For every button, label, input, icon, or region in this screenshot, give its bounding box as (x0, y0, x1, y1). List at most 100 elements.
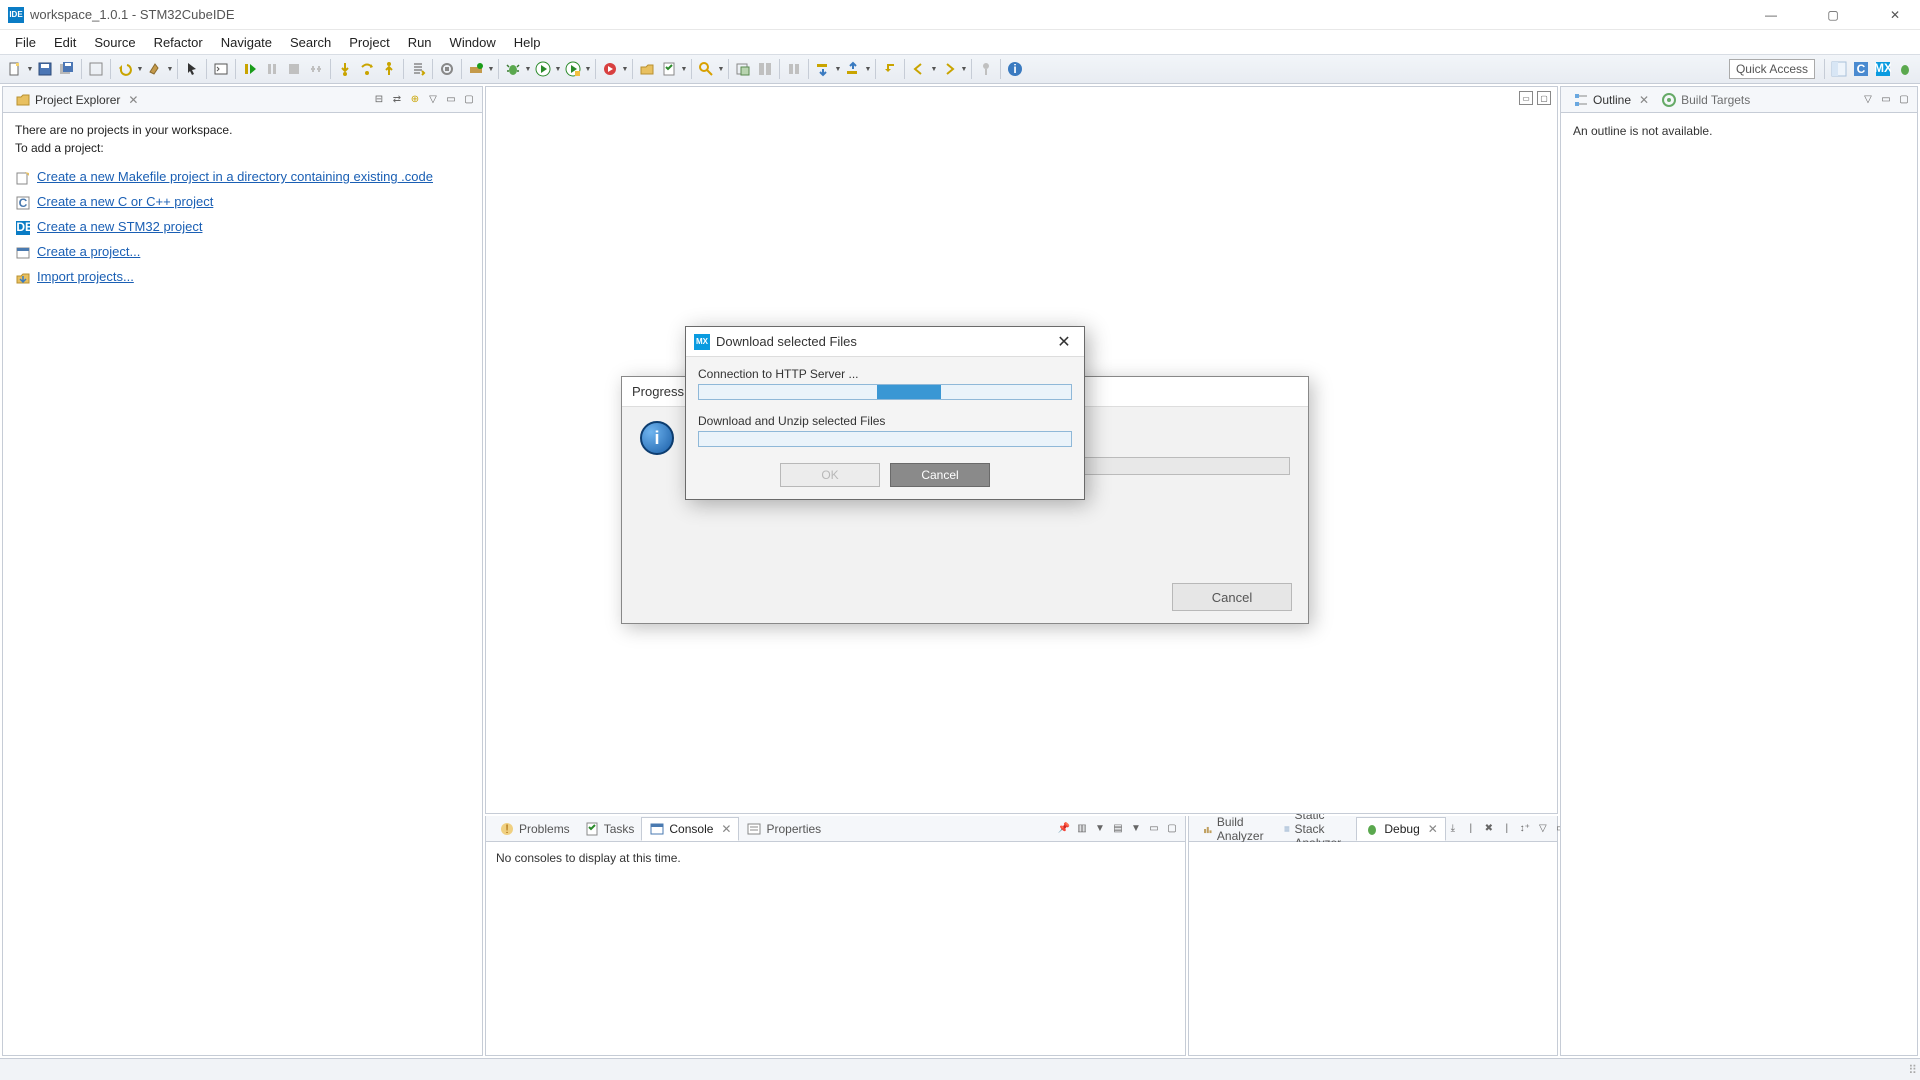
open-type-icon[interactable] (638, 60, 656, 78)
download-cancel-button[interactable]: Cancel (890, 463, 990, 487)
open-task-dropdown[interactable]: ▼ (680, 60, 688, 78)
menu-run[interactable]: Run (399, 32, 441, 53)
undo-icon[interactable] (116, 60, 134, 78)
project-explorer-tab[interactable]: Project Explorer ✕ (9, 90, 144, 110)
perspective-debug-icon[interactable]: C (1852, 60, 1870, 78)
link-editor-icon[interactable]: ⇄ (390, 93, 404, 107)
prev-annotation-dropdown[interactable]: ▼ (864, 60, 872, 78)
disconnect-icon[interactable] (307, 60, 325, 78)
editor-maximize-icon[interactable]: ▢ (1537, 91, 1551, 105)
pin-icon[interactable] (977, 60, 995, 78)
close-tab-icon[interactable]: ✕ (1428, 822, 1438, 836)
quick-access-field[interactable]: Quick Access (1729, 59, 1815, 79)
open-console-icon[interactable]: ▤ (1111, 822, 1125, 836)
create-c-project-link[interactable]: Create a new C or C++ project (37, 194, 213, 209)
menu-window[interactable]: Window (441, 32, 505, 53)
instruction-step-icon[interactable] (409, 60, 427, 78)
maximize-outline-icon[interactable]: ▢ (1897, 93, 1911, 107)
debug-menu-icon[interactable]: ▽ (1536, 822, 1550, 836)
editor-minimize-icon[interactable]: ▭ (1519, 91, 1533, 105)
menu-navigate[interactable]: Navigate (212, 32, 281, 53)
reset-icon[interactable] (438, 60, 456, 78)
new-icon[interactable] (6, 60, 24, 78)
new-launch-icon[interactable] (467, 60, 485, 78)
run-dropdown[interactable]: ▼ (554, 60, 562, 78)
next-annotation-icon[interactable] (814, 60, 832, 78)
download-close-button[interactable]: ✕ (1052, 332, 1076, 352)
maximize-button[interactable]: ▢ (1816, 8, 1850, 22)
save-all-icon[interactable] (58, 60, 76, 78)
display-console-dropdown[interactable]: ▼ (1093, 822, 1107, 836)
forward-icon[interactable] (940, 60, 958, 78)
outline-tab[interactable]: Outline ✕ (1567, 90, 1655, 110)
last-edit-icon[interactable] (881, 60, 899, 78)
build-targets-tab[interactable]: Build Targets (1655, 90, 1756, 110)
pointer-icon[interactable] (183, 60, 201, 78)
close-tab-icon[interactable]: ✕ (1639, 93, 1649, 107)
search-icon[interactable] (697, 60, 715, 78)
close-button[interactable]: ✕ (1878, 8, 1912, 22)
coverage-dropdown[interactable]: ▼ (584, 60, 592, 78)
terminate-icon[interactable] (285, 60, 303, 78)
terminal-icon[interactable] (212, 60, 230, 78)
minimize-view-icon[interactable]: ▭ (444, 93, 458, 107)
new-dropdown[interactable]: ▼ (26, 60, 34, 78)
coverage-icon[interactable] (564, 60, 582, 78)
step-return-icon[interactable] (380, 60, 398, 78)
menu-search[interactable]: Search (281, 32, 340, 53)
tab-tasks[interactable]: Tasks (577, 818, 642, 840)
maximize-console-icon[interactable]: ▢ (1165, 822, 1179, 836)
import-projects-link[interactable]: Import projects... (37, 269, 134, 284)
forward-dropdown[interactable]: ▼ (960, 60, 968, 78)
suspend-icon[interactable] (263, 60, 281, 78)
view-menu-icon[interactable]: ▽ (426, 93, 440, 107)
perspective-mx-icon[interactable]: MX (1874, 60, 1892, 78)
create-stm32-project-link[interactable]: Create a new STM32 project (37, 219, 202, 234)
toggle-block-icon[interactable] (756, 60, 774, 78)
step-over-icon[interactable] (358, 60, 376, 78)
minimize-button[interactable]: — (1754, 8, 1788, 22)
info-icon[interactable]: i (1006, 60, 1024, 78)
menu-source[interactable]: Source (85, 32, 144, 53)
close-tab-icon[interactable]: ✕ (128, 93, 138, 107)
debug-remove-all-icon[interactable]: ✖ (1482, 822, 1496, 836)
focus-icon[interactable]: ⊕ (408, 93, 422, 107)
new-launch-dropdown[interactable]: ▼ (487, 60, 495, 78)
menu-help[interactable]: Help (505, 32, 550, 53)
undo-dropdown[interactable]: ▼ (136, 60, 144, 78)
menu-file[interactable]: File (6, 32, 45, 53)
back-dropdown[interactable]: ▼ (930, 60, 938, 78)
outline-menu-icon[interactable]: ▽ (1861, 93, 1875, 107)
tab-console[interactable]: Console✕ (641, 817, 739, 841)
open-task-icon[interactable] (660, 60, 678, 78)
minimize-outline-icon[interactable]: ▭ (1879, 93, 1893, 107)
resume-icon[interactable] (241, 60, 259, 78)
debug-collapse-icon[interactable]: ⤓ (1446, 822, 1460, 836)
collapse-all-icon[interactable]: ⊟ (372, 93, 386, 107)
debug-dropdown[interactable]: ▼ (524, 60, 532, 78)
debug-thread-icon[interactable]: ↕⁺ (1518, 822, 1532, 836)
save-icon[interactable] (36, 60, 54, 78)
create-makefile-project-link[interactable]: Create a new Makefile project in a direc… (37, 169, 433, 184)
open-console-dropdown[interactable]: ▼ (1129, 822, 1143, 836)
toggle-mark-icon[interactable] (734, 60, 752, 78)
prev-annotation-icon[interactable] (844, 60, 862, 78)
progress-cancel-button[interactable]: Cancel (1172, 583, 1292, 611)
menu-project[interactable]: Project (340, 32, 398, 53)
pin-console-icon[interactable]: 📌 (1057, 822, 1071, 836)
build-dropdown[interactable]: ▼ (166, 60, 174, 78)
menu-refactor[interactable]: Refactor (145, 32, 212, 53)
external-tools-dropdown[interactable]: ▼ (621, 60, 629, 78)
show-whitespace-icon[interactable] (785, 60, 803, 78)
build-icon[interactable] (146, 60, 164, 78)
perspective-bug-icon[interactable] (1896, 60, 1914, 78)
debug-icon[interactable] (504, 60, 522, 78)
display-console-icon[interactable]: ▥ (1075, 822, 1089, 836)
tab-problems[interactable]: !Problems (492, 818, 577, 840)
create-project-link[interactable]: Create a project... (37, 244, 140, 259)
perspective-c-icon[interactable] (1830, 60, 1848, 78)
run-icon[interactable] (534, 60, 552, 78)
external-tools-icon[interactable] (601, 60, 619, 78)
search-dropdown[interactable]: ▼ (717, 60, 725, 78)
tab-build-analyzer[interactable]: Build Analyzer (1195, 812, 1276, 846)
